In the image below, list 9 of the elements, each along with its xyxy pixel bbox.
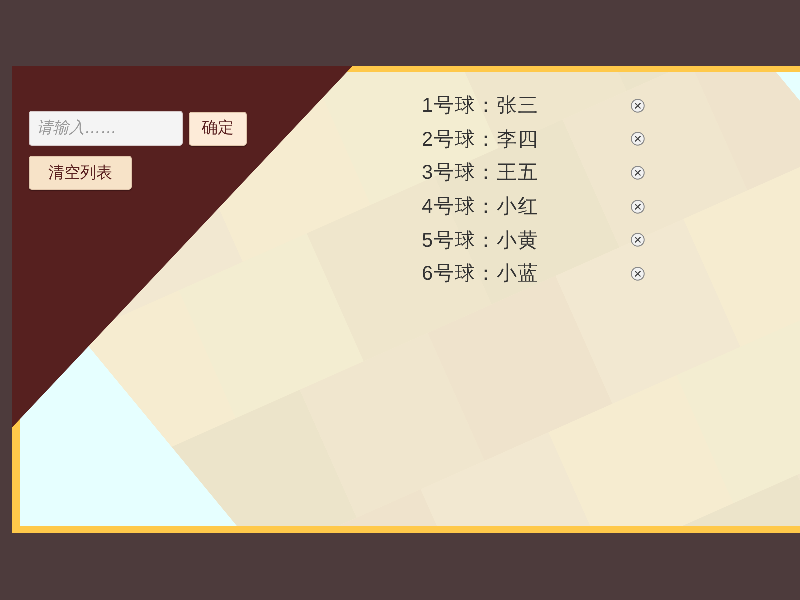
list-item-label: 4号球：小红: [422, 195, 540, 220]
list-item-label: 6号球：小蓝: [422, 262, 540, 288]
clear-list-button[interactable]: 清空列表: [29, 156, 132, 190]
list-item-label: 2号球：李四: [422, 128, 540, 153]
list-item-label: 5号球：小黄: [422, 228, 540, 254]
confirm-button[interactable]: 确定: [189, 112, 247, 146]
list-item-label: 1号球：张三: [422, 94, 540, 120]
text-input[interactable]: 请输入……: [29, 111, 183, 146]
list-item-label: 3号球：王五: [422, 161, 540, 186]
